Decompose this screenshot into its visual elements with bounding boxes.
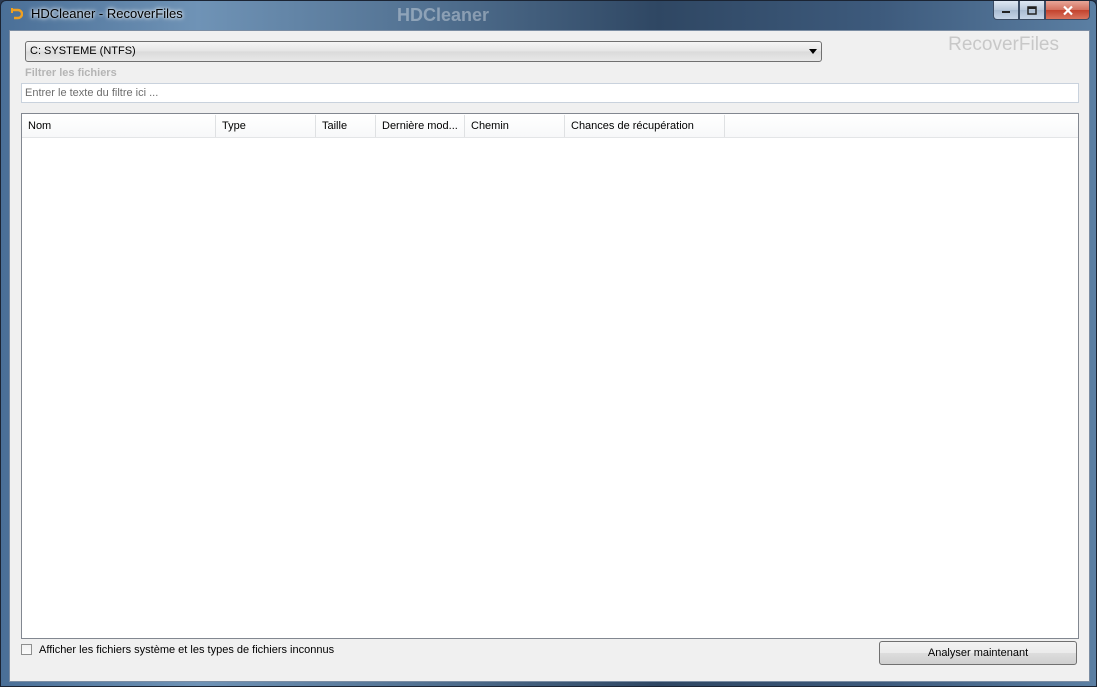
column-header-type[interactable]: Type [216, 115, 316, 137]
maximize-button[interactable] [1019, 1, 1045, 20]
app-logo-icon [11, 8, 23, 20]
show-system-files-checkbox[interactable] [21, 644, 32, 655]
drive-select[interactable]: C: SYSTEME (NTFS) [25, 41, 822, 62]
chevron-down-icon [809, 49, 817, 54]
analyze-now-button[interactable]: Analyser maintenant [879, 641, 1077, 665]
column-header-size[interactable]: Taille [316, 115, 376, 137]
app-window: HDCleaner - RecoverFiles HDCleaner C: SY… [0, 0, 1097, 687]
background-watermark: HDCleaner [397, 5, 490, 25]
column-header-path[interactable]: Chemin [465, 115, 565, 137]
minimize-icon [1002, 11, 1010, 13]
column-header-name[interactable]: Nom [22, 115, 216, 137]
list-header: Nom Type Taille Dernière mod... Chemin C… [22, 115, 1078, 138]
column-header-recovery-chance[interactable]: Chances de récupération [565, 115, 725, 137]
filter-placeholder: Entrer le texte du filtre ici ... [25, 87, 159, 99]
minimize-button[interactable] [993, 1, 1019, 20]
column-header-modified[interactable]: Dernière mod... [376, 115, 465, 137]
drive-select-value: C: SYSTEME (NTFS) [30, 45, 136, 57]
title-bar[interactable]: HDCleaner - RecoverFiles HDCleaner [1, 1, 1096, 27]
window-title: HDCleaner - RecoverFiles [31, 6, 183, 21]
brand-title: RecoverFiles [948, 34, 1059, 55]
close-icon [1062, 5, 1073, 15]
close-button[interactable] [1045, 1, 1090, 20]
file-list[interactable]: Nom Type Taille Dernière mod... Chemin C… [21, 113, 1079, 639]
restore-icon [1027, 5, 1037, 15]
main-panel: C: SYSTEME (NTFS) RecoverFiles Filtrer l… [9, 30, 1090, 682]
window-controls [993, 1, 1090, 21]
filter-input[interactable]: Entrer le texte du filtre ici ... [21, 83, 1079, 103]
show-system-files-label[interactable]: Afficher les fichiers système et les typ… [39, 644, 334, 656]
filter-label: Filtrer les fichiers [25, 67, 117, 79]
